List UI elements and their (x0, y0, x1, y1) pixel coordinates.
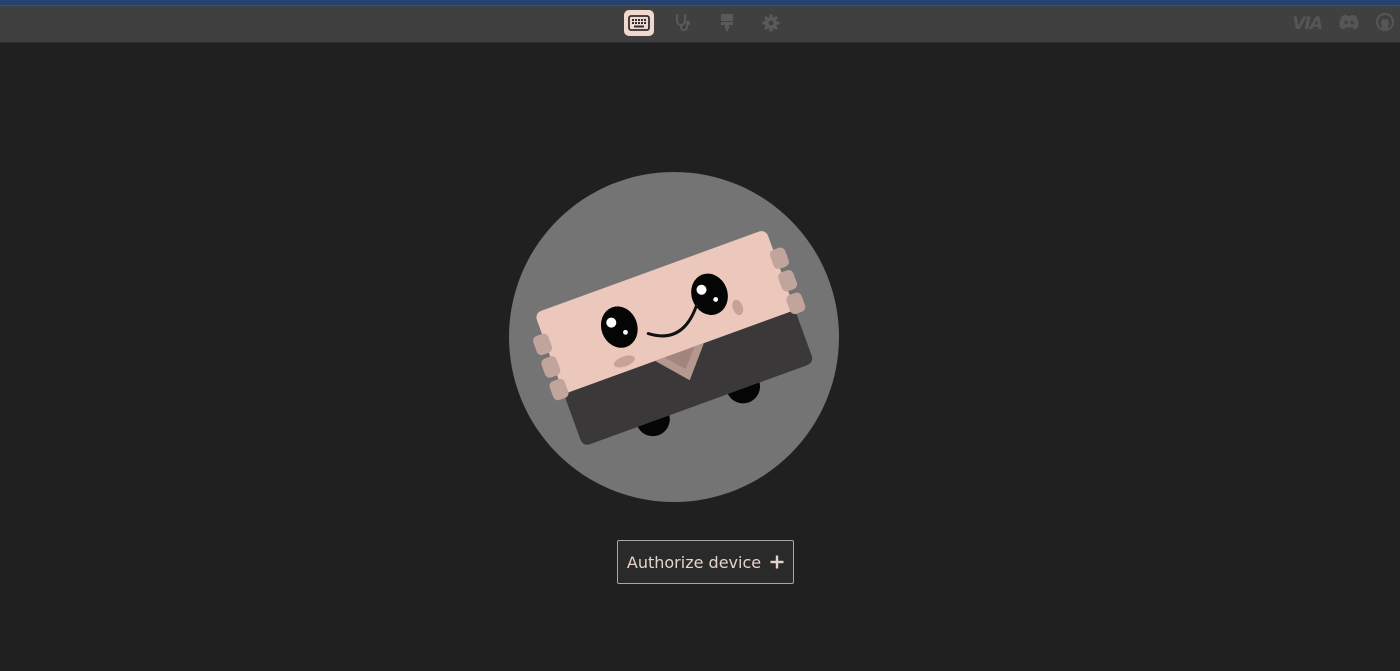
top-navigation-bar: VIA (0, 6, 1400, 43)
plus-icon (770, 555, 784, 569)
nav-settings-button[interactable] (756, 10, 786, 36)
main-nav (624, 10, 786, 38)
design-icon (718, 13, 736, 33)
discord-link[interactable] (1338, 11, 1360, 37)
authorize-device-button[interactable]: Authorize device (617, 540, 794, 584)
external-links: VIA (1292, 10, 1394, 38)
github-link[interactable] (1376, 11, 1394, 37)
via-logo-link[interactable]: VIA (1292, 11, 1323, 37)
via-logo: VIA (1292, 14, 1323, 34)
github-icon (1376, 13, 1394, 35)
nav-test-button[interactable] (668, 10, 698, 36)
main-content: Authorize device (0, 43, 1400, 671)
stethoscope-icon (673, 13, 693, 33)
authorize-device-label: Authorize device (626, 552, 762, 572)
keyboard-icon (628, 15, 650, 31)
gear-icon (761, 13, 781, 33)
app-window: VIA Authorize device (0, 0, 1400, 671)
keyboard-mascot-icon (508, 171, 840, 503)
discord-icon (1338, 14, 1360, 34)
nav-design-button[interactable] (712, 10, 742, 36)
nav-configure-button[interactable] (624, 10, 654, 36)
